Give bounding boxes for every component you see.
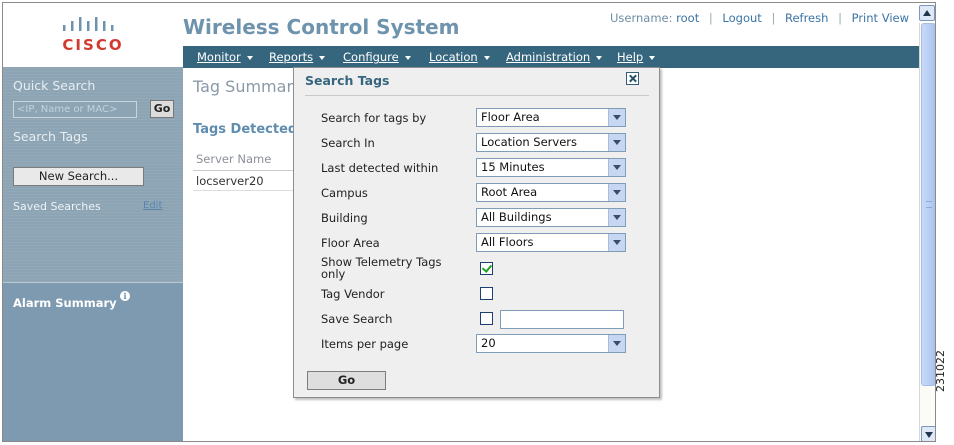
- nav-help-label: Help: [617, 50, 644, 64]
- scroll-down-button[interactable]: [921, 426, 935, 441]
- items-per-page-label: Items per page: [321, 337, 409, 351]
- cisco-logo: CISCO: [3, 3, 183, 54]
- cisco-bars-icon: [63, 17, 114, 31]
- close-icon[interactable]: [626, 72, 639, 85]
- search-by-value: Floor Area: [481, 110, 540, 124]
- chevron-down-icon: [596, 55, 603, 60]
- saved-searches-label: Saved Searches: [13, 200, 101, 213]
- search-in-value: Location Servers: [481, 135, 577, 149]
- nav-help[interactable]: Help: [617, 50, 656, 64]
- chevron-down-icon: [608, 109, 625, 126]
- last-detected-select[interactable]: 15 Minutes: [476, 158, 626, 177]
- nav-configure[interactable]: Configure: [343, 50, 411, 64]
- chevron-down-icon: [608, 234, 625, 251]
- save-search-name-input[interactable]: [500, 310, 624, 329]
- chevron-down-icon: [319, 55, 326, 60]
- separator: |: [838, 11, 842, 25]
- nav-reports[interactable]: Reports: [269, 50, 326, 64]
- new-search-button[interactable]: New Search...: [13, 167, 144, 186]
- info-icon[interactable]: i: [120, 291, 130, 301]
- search-tags-dialog: Search Tags Search for tags by Floor Are…: [293, 67, 660, 398]
- sidebar-search-panel: Quick Search <IP, Name or MAC> Go Search…: [3, 67, 183, 282]
- quick-search-input[interactable]: <IP, Name or MAC>: [13, 101, 137, 118]
- scroll-up-button[interactable]: [919, 5, 935, 21]
- column-header-server-name: Server Name: [196, 152, 272, 166]
- top-links: Username: root | Logout | Refresh | Prin…: [610, 11, 909, 25]
- search-in-label: Search In: [321, 136, 375, 150]
- divider: [305, 95, 649, 96]
- nav-configure-label: Configure: [343, 50, 399, 64]
- nav-administration-label: Administration: [506, 50, 591, 64]
- tag-vendor-label: Tag Vendor: [321, 287, 385, 301]
- dialog-title: Search Tags: [305, 73, 390, 88]
- print-view-link[interactable]: Print View: [852, 11, 909, 25]
- nav-monitor-label: Monitor: [197, 50, 241, 64]
- separator: |: [708, 11, 713, 25]
- divider: [193, 190, 303, 191]
- last-detected-label: Last detected within: [321, 161, 439, 175]
- telemetry-checkbox[interactable]: [480, 262, 493, 275]
- dialog-go-button[interactable]: Go: [307, 371, 386, 390]
- telemetry-label-line2: only: [321, 267, 346, 281]
- search-by-label: Search for tags by: [321, 111, 427, 125]
- search-tags-title: Search Tags: [13, 129, 88, 144]
- quick-search-go-button[interactable]: Go: [150, 100, 174, 118]
- building-select[interactable]: All Buildings: [476, 208, 626, 227]
- nav-location[interactable]: Location: [429, 50, 490, 64]
- nav-monitor[interactable]: Monitor: [197, 50, 253, 64]
- chevron-down-icon: [608, 134, 625, 151]
- app-window: CISCO Wireless Control System Username: …: [2, 2, 936, 442]
- app-title: Wireless Control System: [183, 15, 460, 39]
- grip-icon: [926, 201, 932, 208]
- campus-label: Campus: [321, 186, 368, 200]
- last-detected-value: 15 Minutes: [481, 160, 545, 174]
- alarm-summary-title: Alarm Summary: [13, 296, 117, 310]
- logout-link[interactable]: Logout: [722, 11, 761, 25]
- alarm-summary-panel: Alarm Summary i: [3, 282, 183, 441]
- chevron-down-icon: [246, 55, 253, 60]
- items-per-page-select[interactable]: 20: [476, 334, 626, 353]
- quick-search-title: Quick Search: [13, 78, 96, 93]
- chevron-down-icon: [404, 55, 411, 60]
- refresh-link[interactable]: Refresh: [785, 11, 828, 25]
- scrollbar-thumb[interactable]: [921, 23, 935, 386]
- sidebar: Quick Search <IP, Name or MAC> Go Search…: [3, 67, 183, 441]
- floor-area-label: Floor Area: [321, 236, 380, 250]
- divider: [193, 170, 303, 171]
- items-per-page-value: 20: [481, 336, 496, 350]
- tag-vendor-checkbox[interactable]: [480, 287, 493, 300]
- chevron-down-icon: [608, 159, 625, 176]
- chevron-down-icon: [608, 335, 625, 352]
- nav-administration[interactable]: Administration: [506, 50, 603, 64]
- figure-id: 231022: [934, 350, 947, 392]
- search-in-select[interactable]: Location Servers: [476, 133, 626, 152]
- table-row: locserver20: [196, 174, 264, 188]
- main-nav: Monitor Reports Configure Location Admin…: [183, 46, 919, 68]
- nav-location-label: Location: [429, 50, 478, 64]
- campus-select[interactable]: Root Area: [476, 183, 626, 202]
- separator: |: [771, 11, 776, 25]
- username-value: root: [676, 11, 700, 25]
- campus-value: Root Area: [481, 185, 538, 199]
- search-by-select[interactable]: Floor Area: [476, 108, 626, 127]
- nav-reports-label: Reports: [269, 50, 314, 64]
- cisco-wordmark: CISCO: [62, 36, 124, 54]
- chevron-down-icon: [608, 209, 625, 226]
- chevron-down-icon: [483, 55, 490, 60]
- floor-area-value: All Floors: [481, 235, 534, 249]
- floor-area-select[interactable]: All Floors: [476, 233, 626, 252]
- page-title: Tag Summary: [193, 77, 303, 96]
- save-search-checkbox[interactable]: [480, 312, 493, 325]
- chevron-down-icon: [649, 55, 656, 60]
- building-label: Building: [321, 211, 368, 225]
- username-label: Username:: [610, 11, 673, 25]
- chevron-down-icon: [608, 184, 625, 201]
- save-search-label: Save Search: [321, 312, 393, 326]
- building-value: All Buildings: [481, 210, 552, 224]
- edit-saved-searches-link[interactable]: Edit: [143, 200, 162, 211]
